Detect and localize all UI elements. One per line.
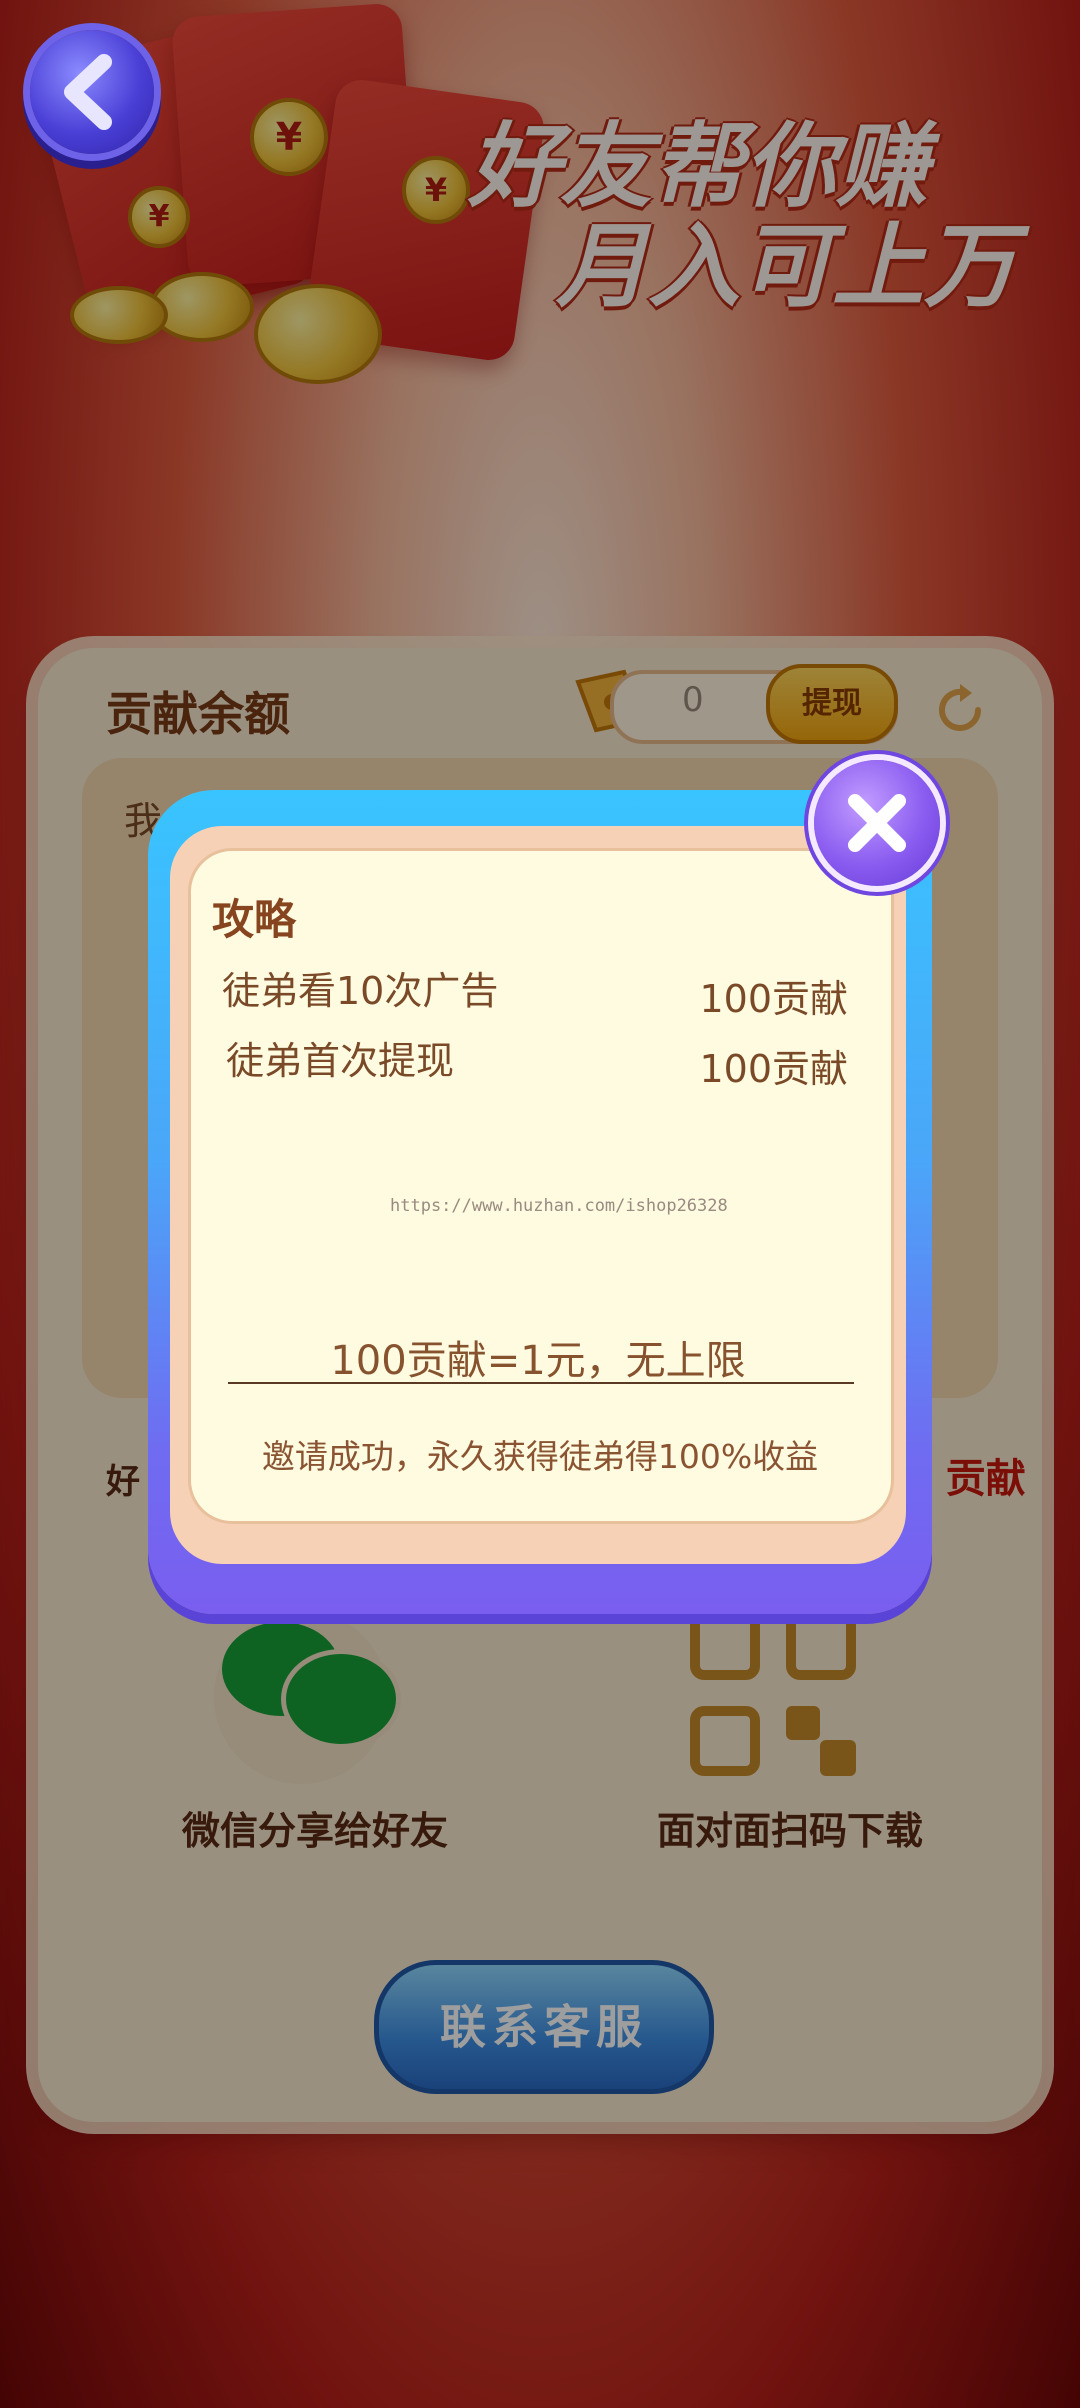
close-icon xyxy=(848,794,906,852)
watermark-text: https://www.huzhan.com/ishop26328 xyxy=(390,1196,728,1216)
rule-value: 100贡献 xyxy=(699,1047,848,1091)
back-button[interactable] xyxy=(30,30,154,154)
modal-title: 攻略 xyxy=(212,895,297,944)
rule-value: 100贡献 xyxy=(699,977,848,1021)
chevron-left-icon xyxy=(64,54,112,130)
rule-label: 徒弟看10次广告 xyxy=(222,969,499,1013)
close-button[interactable] xyxy=(814,760,940,886)
modal-content xyxy=(188,848,894,1524)
invite-note: 邀请成功，永久获得徒弟得100%收益 xyxy=(261,1437,819,1476)
rule-label: 徒弟首次提现 xyxy=(226,1039,455,1083)
exchange-rate-text: 100贡献=1元，无上限 xyxy=(330,1338,746,1384)
divider xyxy=(228,1382,854,1384)
